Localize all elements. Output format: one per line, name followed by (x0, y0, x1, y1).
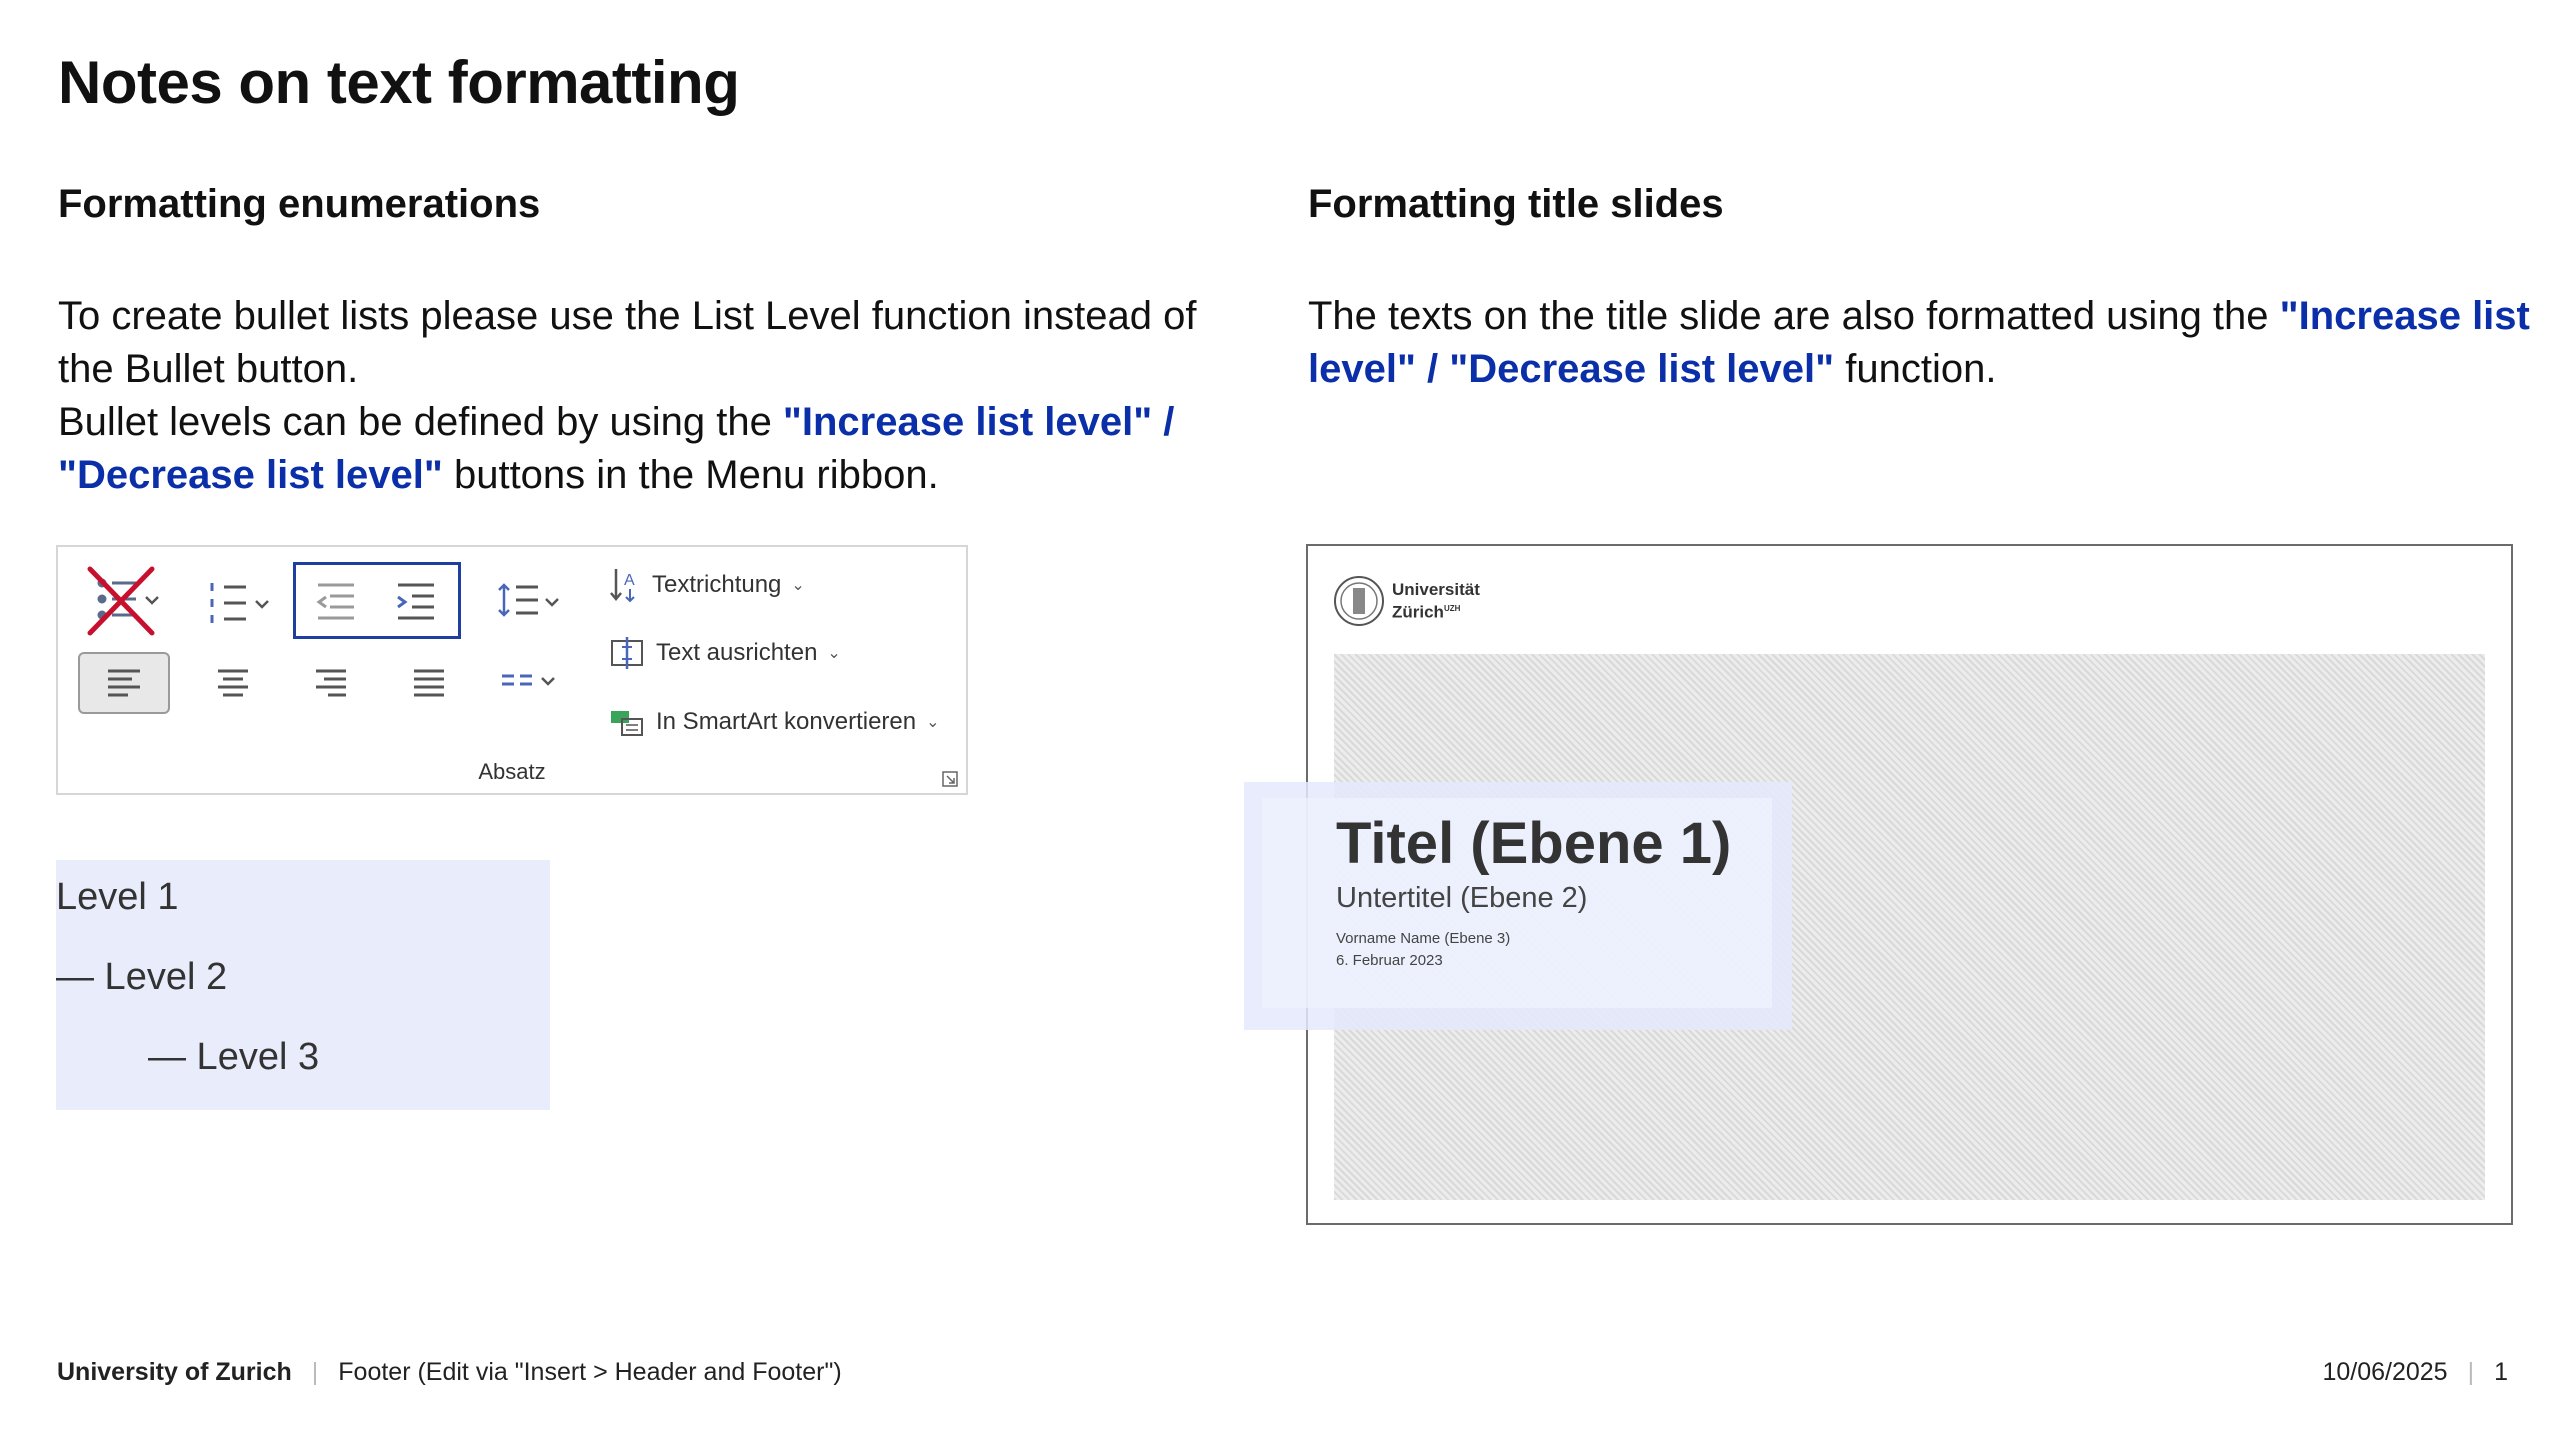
text-direction-icon: A (610, 569, 635, 603)
numbering-button[interactable] (198, 567, 278, 633)
text-segment: The texts on the title slide are also fo… (1308, 294, 2280, 338)
bullet-list-icon (87, 566, 159, 636)
align-text-label: Text ausrichten (656, 639, 818, 666)
footer-date: 10/06/2025 (2322, 1358, 2448, 1386)
list-level-example: Level 1 — Level 2 — Level 3 (56, 860, 550, 1110)
paragraph-ribbon: A Textrichtung ⌄ Text ausrichten ⌄ In Sm… (56, 545, 968, 795)
columns-icon (502, 674, 555, 686)
line-spacing-button[interactable] (488, 567, 568, 633)
ribbon-group-label: Absatz (478, 759, 546, 784)
text-segment: function. (1834, 347, 1997, 391)
align-text-button[interactable]: Text ausrichten ⌄ (608, 635, 841, 671)
align-left-button[interactable] (78, 652, 170, 714)
list-level-3: — Level 3 (148, 1036, 320, 1078)
justify-icon (414, 669, 444, 697)
preview-title: Titel (Ebene 1) (1336, 811, 1732, 876)
enumeration-instructions: To create bullet lists please use the Li… (58, 290, 1258, 502)
university-logo: Universität ZürichUZH (1332, 574, 1480, 628)
preview-date: 6. Februar 2023 (1336, 952, 1443, 969)
align-center-icon (218, 669, 248, 697)
smartart-icon (611, 711, 643, 736)
columns-button[interactable] (488, 654, 568, 712)
logo-line-1: Universität (1392, 580, 1480, 600)
university-name: Universität ZürichUZH (1392, 580, 1480, 622)
title-slide-instructions: The texts on the title slide are also fo… (1308, 290, 2538, 396)
smartart-label: In SmartArt konvertieren (656, 708, 917, 735)
decrease-indent-icon (316, 583, 354, 620)
align-right-icon (316, 669, 346, 697)
list-level-1: Level 1 (56, 876, 179, 918)
align-text-icon (611, 637, 643, 669)
preview-name: Vorname Name (Ebene 3) (1336, 930, 1511, 947)
bullets-button[interactable] (84, 565, 174, 637)
heading-formatting-enumerations: Formatting enumerations (58, 182, 541, 226)
chevron-down-icon: ⌄ (827, 645, 841, 662)
page-number: 1 (2494, 1358, 2508, 1386)
footer-divider: | (311, 1358, 319, 1386)
list-level-2: — Level 2 (56, 956, 228, 998)
slide-title: Notes on text formatting (58, 49, 740, 116)
align-center-button[interactable] (188, 654, 278, 712)
footer-right: 10/06/2025 | 1 (2322, 1358, 2508, 1387)
logo-superscript: UZH (1443, 604, 1461, 614)
dialog-launcher-icon[interactable] (942, 771, 958, 787)
text-direction-button[interactable]: A Textrichtung ⌄ (608, 565, 805, 605)
footer-text: Footer (Edit via "Insert > Header and Fo… (338, 1358, 842, 1386)
text-segment: Bullet levels can be defined by using th… (58, 400, 783, 444)
title-text-overlay: Titel (Ebene 1) Untertitel (Ebene 2) Vor… (1244, 782, 1792, 1030)
align-left-icon (108, 669, 140, 697)
footer-divider: | (2467, 1358, 2475, 1386)
justify-button[interactable] (384, 654, 474, 712)
footer-left: University of Zurich | Footer (Edit via … (57, 1358, 842, 1387)
paragraph-bullet-levels: Bullet levels can be defined by using th… (58, 396, 1258, 502)
chevron-down-icon: ⌄ (926, 714, 940, 731)
preview-subtitle: Untertitel (Ebene 2) (1336, 882, 1588, 914)
footer-organization: University of Zurich (57, 1358, 292, 1386)
svg-text:A: A (624, 572, 635, 589)
logo-city: Zürich (1392, 602, 1444, 622)
line-spacing-icon (498, 583, 559, 617)
paragraph-bullet-lists: To create bullet lists please use the Li… (58, 294, 1197, 391)
logo-line-2: ZürichUZH (1392, 599, 1480, 622)
chevron-down-icon: ⌄ (791, 577, 805, 594)
align-right-button[interactable] (286, 654, 376, 712)
text-segment: buttons in the Menu ribbon. (442, 453, 939, 497)
text-direction-label: Textrichtung (652, 571, 782, 598)
numbered-list-icon (210, 583, 269, 623)
increase-indent-icon (397, 583, 434, 620)
university-seal-icon (1334, 576, 1384, 626)
increase-list-level-button[interactable] (382, 569, 452, 631)
decrease-list-level-button[interactable] (302, 569, 372, 631)
heading-formatting-title-slides: Formatting title slides (1308, 182, 1724, 226)
convert-smartart-button[interactable]: In SmartArt konvertieren ⌄ (608, 705, 940, 739)
